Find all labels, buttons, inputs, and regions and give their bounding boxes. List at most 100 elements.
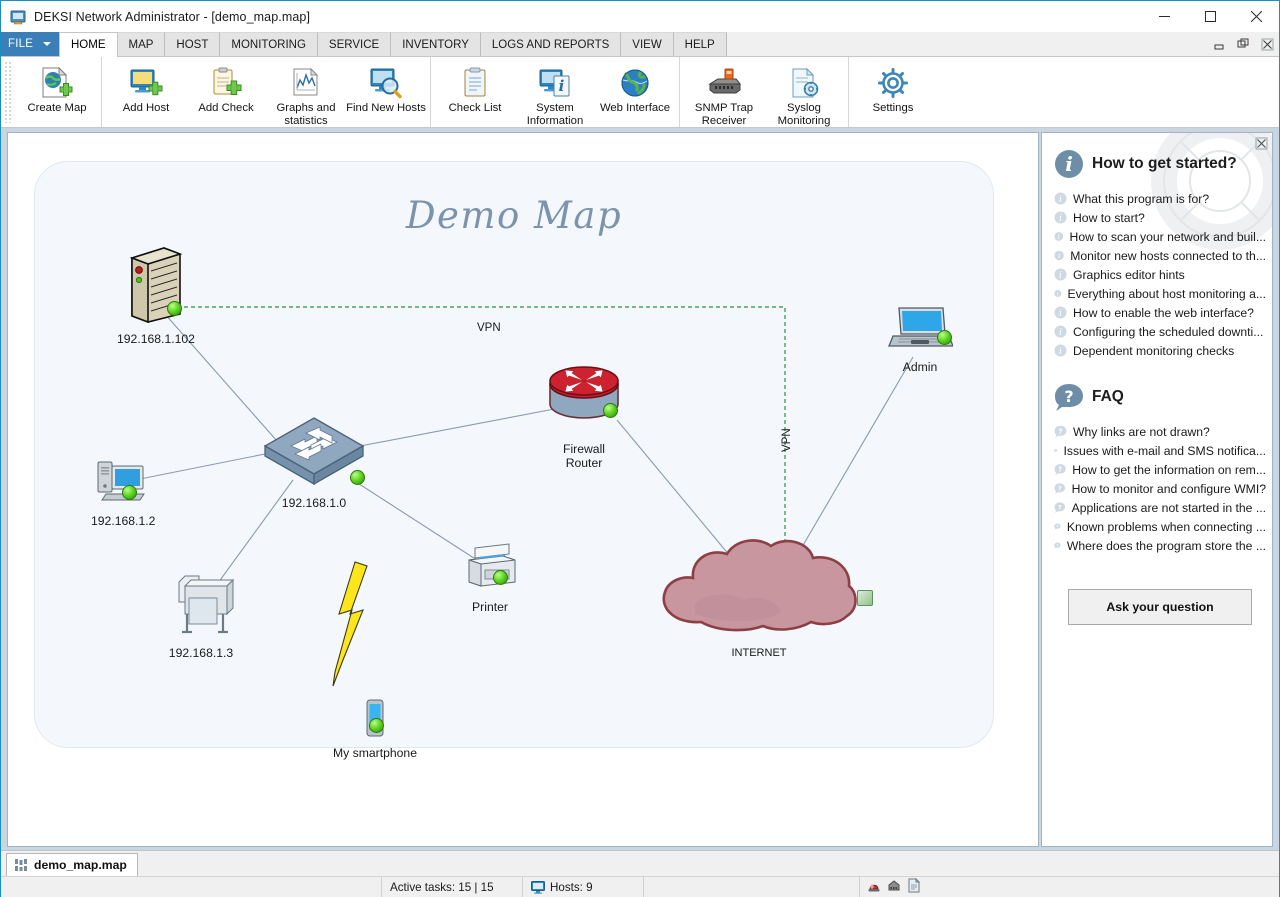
svg-text:?: ? [1055,450,1056,452]
ribbon-group-settings: Settings [849,57,937,127]
map-node-admin[interactable]: Admin [887,304,954,375]
tab-map[interactable]: MAP [117,32,166,56]
question-bubble-icon: ? [1055,384,1083,411]
help-heading-label: FAQ [1092,388,1124,405]
map-node-server[interactable]: 192.168.1.102 [117,242,195,347]
alert-siren-icon[interactable] [866,878,882,896]
status-cell-empty [1,877,381,897]
map-node-switch-label: 192.168.1.0 [281,496,347,510]
mdi-restore-button[interactable] [1235,36,1251,52]
help-link-label: How to enable the web interface? [1073,305,1254,320]
map-node-smartphone[interactable]: My smartphone [333,698,417,761]
faq-link-item[interactable]: ? Applications are not started in the ..… [1054,498,1266,517]
find-new-hosts-icon [368,66,404,100]
map-node-firewall-router[interactable]: Firewall Router [545,362,623,470]
check-list-button[interactable]: Check List [435,61,515,125]
tab-help[interactable]: HELP [673,32,727,56]
status-active-tasks: Active tasks: 15 | 15 [382,877,522,897]
syslog-monitoring-button[interactable]: Syslog Monitoring [764,61,844,128]
help-link-item[interactable]: i Configuring the scheduled downti... [1054,322,1266,341]
create-map-button[interactable]: Create Map [17,61,97,125]
svg-text:i: i [1059,271,1062,281]
map-canvas[interactable]: Demo Map VPN VPN 192.168.1.102 192.168.1… [34,161,994,760]
find-new-hosts-button[interactable]: Find New Hosts [346,61,426,125]
map-node-internet[interactable]: INTERNET [651,530,873,661]
map-node-workstation[interactable]: 192.168.1.2 [91,458,155,529]
document-tab-demo-map[interactable]: demo_map.map [6,853,138,876]
chevron-down-icon [43,42,51,46]
web-interface-button[interactable]: Web Interface [595,61,675,125]
mdi-close-button[interactable] [1259,36,1275,52]
tab-host[interactable]: HOST [165,32,221,56]
map-node-printer[interactable]: Printer [459,540,521,615]
laptop-icon [887,304,954,359]
tab-monitoring[interactable]: MONITORING [220,32,318,56]
help-link-item[interactable]: i What this program is for? [1054,189,1266,208]
info-small-icon: i [1054,290,1062,298]
info-small-icon: i [1054,306,1067,319]
maximize-window-button[interactable] [1187,1,1233,32]
svg-text:?: ? [1058,504,1062,511]
settings-button[interactable]: Settings [853,61,933,125]
mdi-minimize-button[interactable] [1211,36,1227,52]
snmp-trap-receiver-button[interactable]: SNMP Trap Receiver [684,61,764,128]
faq-link-item[interactable]: ? How to monitor and configure WMI? [1054,479,1266,498]
tab-service[interactable]: SERVICE [317,32,392,56]
title-bar: DEKSI Network Administrator - [demo_map.… [1,1,1279,32]
tab-inventory[interactable]: INVENTORY [391,32,481,56]
help-link-item[interactable]: i Dependent monitoring checks [1054,341,1266,360]
tab-home-label: HOME [71,39,106,51]
workspace: Demo Map VPN VPN 192.168.1.102 192.168.1… [1,128,1279,850]
minimize-window-button[interactable] [1141,1,1187,32]
server-rack-icon[interactable] [886,878,902,896]
map-node-switch[interactable]: 192.168.1.0 [259,412,369,511]
system-information-label: System Information [526,102,584,127]
tab-logs-and-reports[interactable]: LOGS AND REPORTS [480,32,622,56]
help-link-item[interactable]: i How to enable the web interface? [1054,303,1266,322]
info-small-icon: i [1054,232,1064,241]
check-list-icon [460,66,490,100]
svg-text:?: ? [1056,525,1058,529]
system-information-button[interactable]: i System Information [515,61,595,128]
faq-link-item[interactable]: ? How to get the information on rem... [1054,460,1266,479]
tab-home[interactable]: HOME [59,32,118,57]
faq-link-label: Where does the program store the ... [1066,538,1266,553]
tab-inventory-label: INVENTORY [402,38,469,51]
map-node-internet-label: INTERNET [731,647,787,659]
add-check-button[interactable]: Add Check [186,61,266,125]
faq-link-item[interactable]: ? Where does the program store the ... [1054,536,1266,555]
info-small-icon: i [1054,325,1067,338]
report-document-icon[interactable] [906,877,922,896]
printer-icon [459,540,521,599]
faq-link-label: Applications are not started in the ... [1071,500,1266,515]
question-small-icon: ? [1054,523,1061,530]
help-link-item[interactable]: i Monitor new hosts connected to th... [1054,246,1266,265]
tab-service-label: SERVICE [328,38,380,51]
tab-view[interactable]: VIEW [621,32,674,56]
faq-link-item[interactable]: ? Why links are not drawn? [1054,422,1266,441]
ask-your-question-button[interactable]: Ask your question [1068,589,1252,625]
ribbon-group-info: Check List i System Information Web Inte… [431,57,680,127]
svg-text:?: ? [1056,544,1058,548]
ribbon-group-map: Create Map [13,57,102,127]
window-controls [1141,1,1279,32]
svg-text:?: ? [1064,387,1073,406]
help-link-label: How to scan your network and buil... [1069,229,1266,244]
faq-link-item[interactable]: ? Issues with e-mail and SMS notifica... [1054,441,1266,460]
svg-text:i: i [559,77,565,95]
help-link-item[interactable]: i How to start? [1054,208,1266,227]
close-window-button[interactable] [1233,1,1279,32]
help-link-item[interactable]: i How to scan your network and buil... [1054,227,1266,246]
graphs-and-statistics-button[interactable]: Graphs and statistics [266,61,346,128]
application-window: DEKSI Network Administrator - [demo_map.… [0,0,1280,897]
add-host-button[interactable]: Add Host [106,61,186,125]
help-section-heading-getting-started: i How to get started? [1042,133,1272,179]
map-node-plotter[interactable]: 192.168.1.3 [165,572,237,661]
help-link-item[interactable]: i Everything about host monitoring a... [1054,284,1266,303]
help-link-item[interactable]: i Graphics editor hints [1054,265,1266,284]
faq-link-item[interactable]: ? Known problems when connecting ... [1054,517,1266,536]
map-editor-pane[interactable]: Demo Map VPN VPN 192.168.1.102 192.168.1… [7,132,1039,847]
help-link-label: What this program is for? [1073,191,1210,206]
ribbon-toolbar: Create Map Add Host Add Check Graphs and… [1,57,1279,128]
file-menu-button[interactable]: FILE [1,32,59,56]
